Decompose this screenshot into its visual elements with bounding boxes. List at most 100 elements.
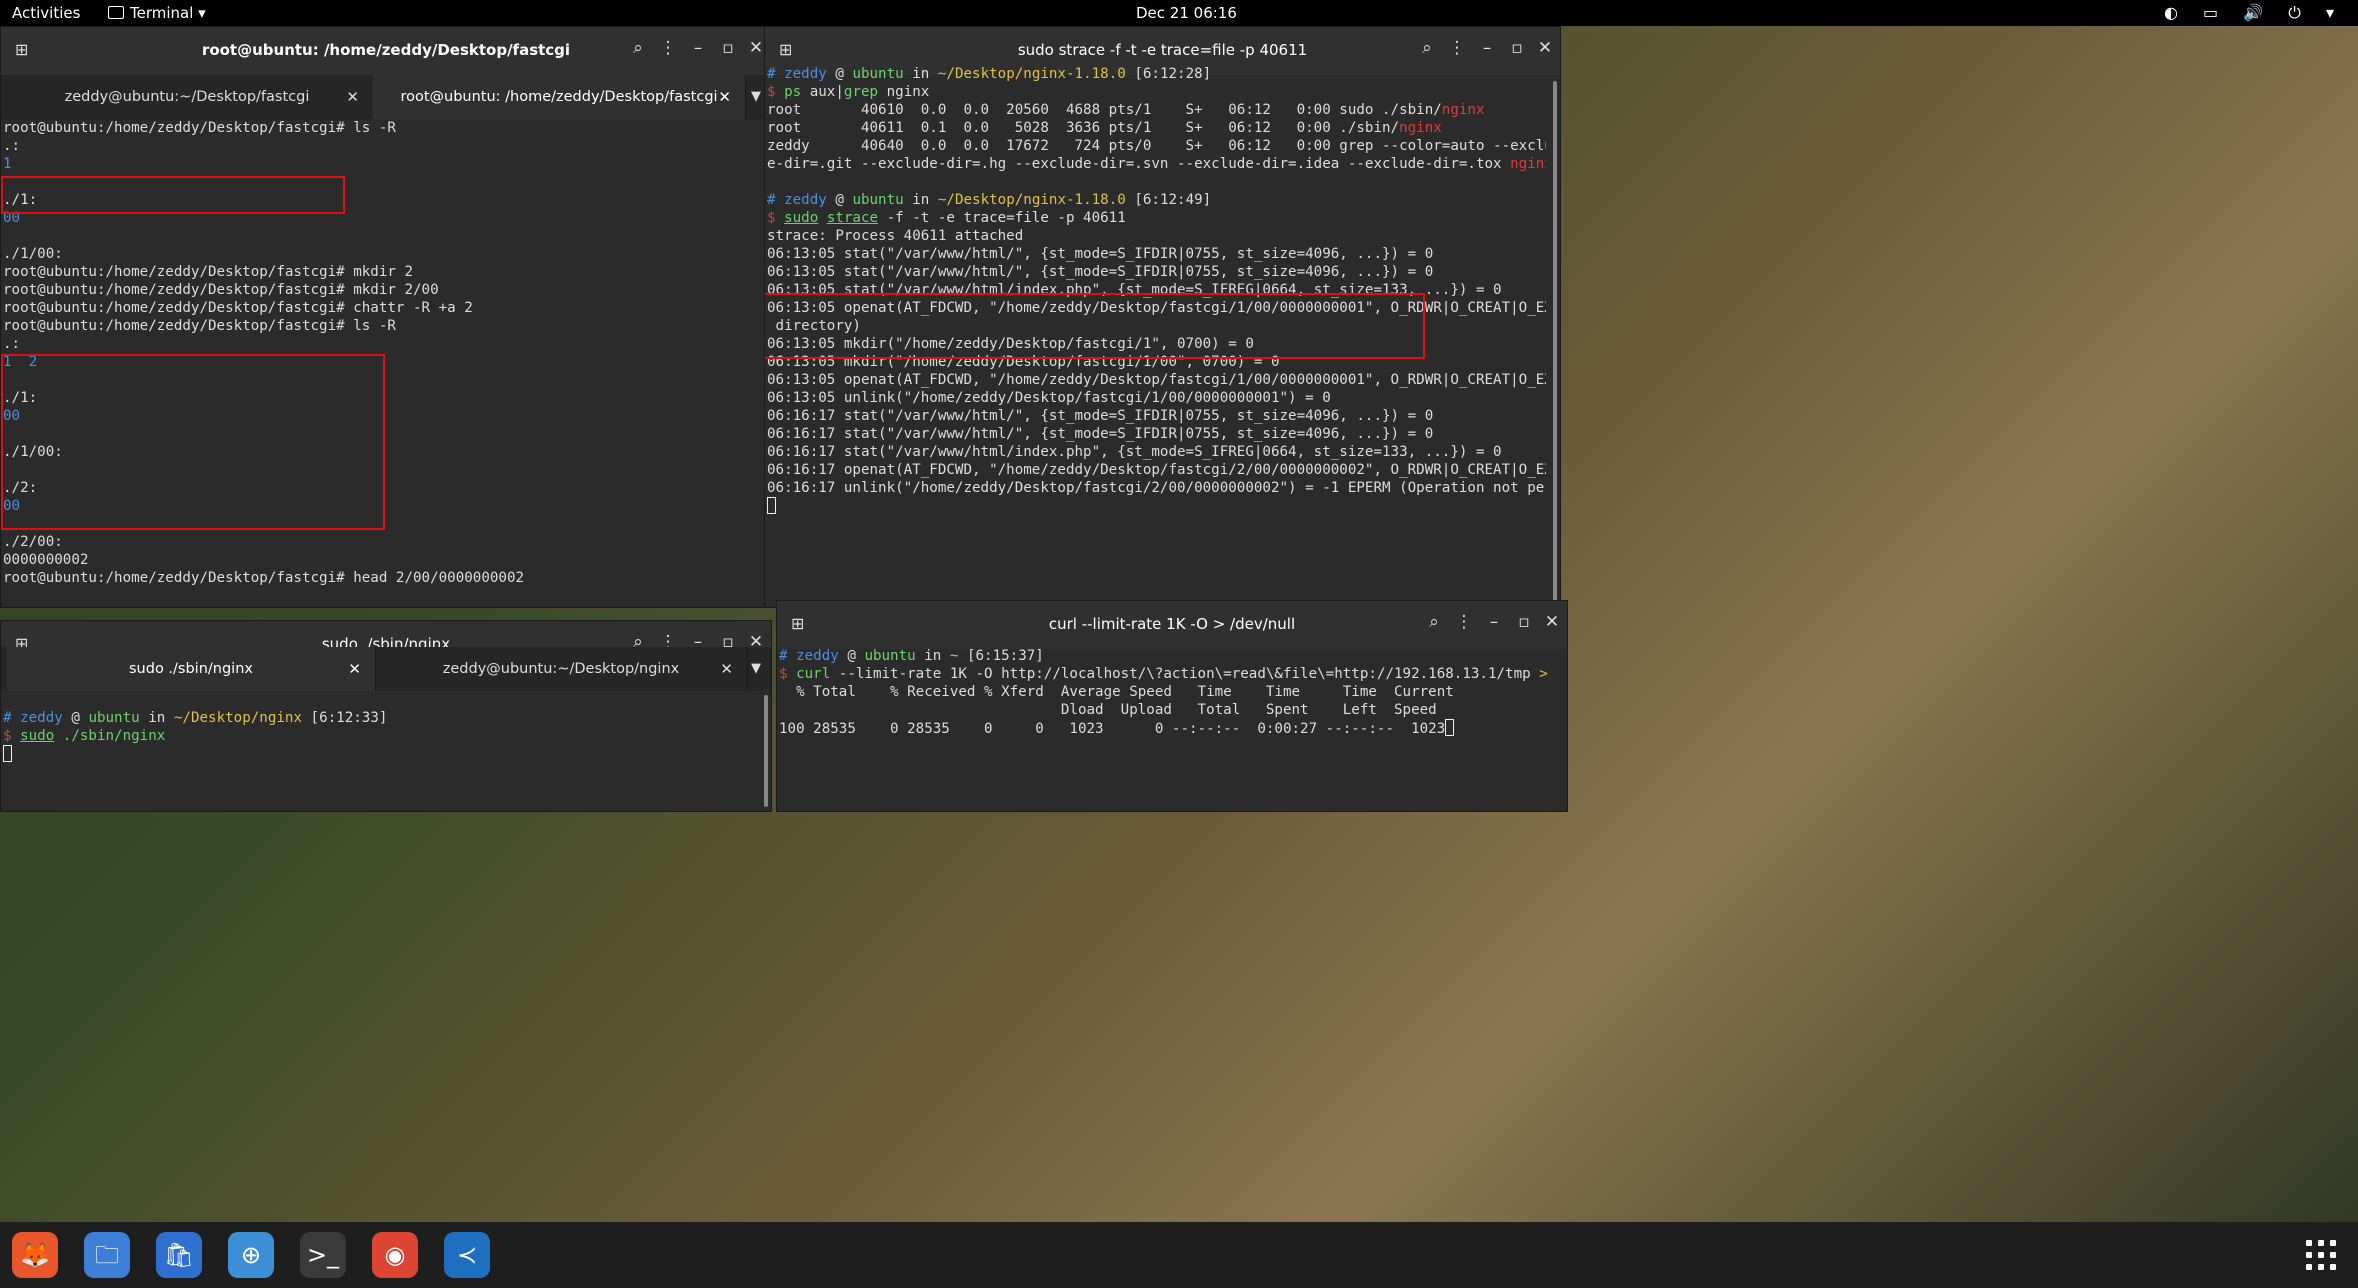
app-menu[interactable]: Terminal ▾ — [108, 4, 206, 22]
terminal-line: zeddy 40640 0.0 0.0 17672 724 pts/0 S+ 0… — [767, 137, 1546, 155]
tab-menu-icon[interactable]: ▼ — [751, 75, 761, 119]
search-icon[interactable]: ⌕ — [1419, 612, 1449, 632]
terminal-window-curl: ⊞ curl --limit-rate 1K -O > /dev/null ⌕ … — [776, 600, 1568, 812]
chrome-icon[interactable]: ◉ — [372, 1232, 418, 1278]
tab-bar: sudo ./sbin/nginx ✕ zeddy@ubuntu:~/Deskto… — [1, 647, 771, 691]
menu-icon[interactable]: ⋮ — [653, 38, 683, 58]
software-icon[interactable]: 🛍 — [156, 1232, 202, 1278]
terminal-line: # zeddy @ ubuntu in ~/Desktop/nginx [6:1… — [3, 709, 757, 727]
scrollbar[interactable] — [761, 691, 771, 811]
window-header: ⊞ root@ubuntu: /home/zeddy/Desktop/fastc… — [1, 27, 771, 75]
files-icon[interactable]: 🗀 — [84, 1232, 130, 1278]
terminal-icon[interactable]: >_ — [300, 1232, 346, 1278]
tab-fastcgi-root[interactable]: root@ubuntu: /home/zeddy/Desktop/fastcgi… — [373, 75, 746, 119]
minimize-icon[interactable]: – — [1472, 38, 1502, 58]
close-icon[interactable]: ✕ — [1537, 612, 1567, 632]
terminal-text: aux| — [801, 84, 844, 100]
terminal-line: 100 28535 0 28535 0 0 1023 0 --:--:-- 0:… — [779, 719, 1553, 737]
scrollbar[interactable] — [1550, 75, 1560, 607]
highlight-box-strace — [765, 293, 1425, 359]
terminal-text: ubuntu — [88, 710, 140, 726]
terminal-text: zeddy — [796, 648, 839, 664]
text-cursor — [767, 497, 776, 514]
terminal-text: root@ubuntu:/home/zeddy/Desktop/fastcgi#… — [3, 318, 396, 334]
clock[interactable]: Dec 21 06:16 — [1136, 4, 1237, 22]
menu-icon[interactable]: ⋮ — [1442, 38, 1472, 58]
terminal-line: 06:13:05 stat("/var/www/html/", {st_mode… — [767, 245, 1546, 263]
terminal-text: [6:12:49] — [1125, 192, 1212, 208]
terminal-line: $ sudo strace -f -t -e trace=file -p 406… — [767, 209, 1546, 227]
vscode-icon[interactable]: ≺ — [444, 1232, 490, 1278]
search-icon[interactable]: ⌕ — [623, 38, 653, 58]
maximize-icon[interactable]: ▫ — [1502, 38, 1532, 58]
dock-glyph: ≺ — [456, 1241, 478, 1269]
close-tab-icon[interactable]: ✕ — [720, 647, 733, 691]
terminal-text: nginx — [1399, 120, 1442, 136]
terminal-output[interactable]: # zeddy @ ubuntu in ~/Desktop/nginx [6:1… — [1, 691, 757, 811]
terminal-text: root@ubuntu:/home/zeddy/Desktop/fastcgi#… — [3, 264, 413, 280]
terminal-text: strace — [826, 210, 879, 226]
terminal-text: ./sbin/nginx — [54, 728, 166, 744]
search-icon[interactable]: ⌕ — [1412, 38, 1442, 58]
minimize-icon[interactable]: – — [1479, 612, 1509, 632]
close-tab-icon[interactable]: ✕ — [346, 75, 359, 119]
dock-glyph: >_ — [306, 1241, 340, 1269]
terminal-line: 06:16:17 openat(AT_FDCWD, "/home/zeddy/D… — [767, 461, 1546, 479]
terminal-line: root 40610 0.0 0.0 20560 4688 pts/1 S+ 0… — [767, 101, 1546, 119]
terminal-text: 328378 — [3, 606, 54, 607]
terminal-text: root 40611 0.1 0.0 5028 3636 pts/1 S+ 06… — [767, 120, 1400, 136]
terminal-text: ~/Desktop/nginx-1.18.0 — [937, 192, 1126, 208]
scrollbar-thumb[interactable] — [764, 695, 768, 807]
maximize-icon[interactable]: ▫ — [713, 38, 743, 58]
dock-glyph: ⊕ — [240, 1241, 262, 1269]
tab-menu-icon[interactable]: ▼ — [751, 647, 761, 691]
terminal-text: ./2/00: — [3, 534, 63, 550]
tab-nginx-run[interactable]: sudo ./sbin/nginx ✕ — [7, 647, 376, 691]
scrollbar-thumb[interactable] — [1553, 81, 1557, 603]
maximize-icon[interactable]: ▫ — [1509, 612, 1539, 632]
terminal-text: zeddy — [784, 192, 827, 208]
close-tab-icon[interactable]: ✕ — [718, 75, 731, 119]
firefox-icon[interactable]: 🦊 — [12, 1232, 58, 1278]
terminal-text: ubuntu — [852, 192, 904, 208]
close-tab-icon[interactable]: ✕ — [348, 647, 361, 691]
terminal-text: root@ubuntu:/home/zeddy/Desktop/fastcgi#… — [3, 282, 439, 298]
terminal-output[interactable]: # zeddy @ ubuntu in ~ [6:15:37] $ curl --… — [777, 647, 1553, 811]
terminal-line: 06:16:17 stat("/var/www/html/", {st_mode… — [767, 407, 1546, 425]
minimize-icon[interactable]: – — [683, 38, 713, 58]
show-apps-icon[interactable] — [2306, 1240, 2336, 1270]
terminal-text: zeddy 40640 0.0 0.0 17672 724 pts/0 S+ 0… — [767, 138, 1546, 154]
tab-nginx-user[interactable]: zeddy@ubuntu:~/Desktop/nginx ✕ — [375, 647, 748, 691]
text-cursor — [3, 745, 12, 762]
menu-icon[interactable]: ⋮ — [1449, 612, 1479, 632]
terminal-text: # — [767, 66, 785, 82]
terminal-text: @ — [826, 66, 853, 82]
terminal-text: sudo — [20, 728, 55, 744]
terminal-text: root@ubuntu:/home/zeddy/Desktop/fastcgi#… — [3, 120, 396, 136]
terminal-text: ~/Desktop/nginx-1.18.0 — [937, 66, 1126, 82]
terminal-text: -f -t -e trace=file -p 40611 — [878, 210, 1126, 226]
terminal-line: root@ubuntu:/home/zeddy/Desktop/fastcgi#… — [3, 317, 757, 335]
tab-fastcgi-user[interactable]: zeddy@ubuntu:~/Desktop/fastcgi ✕ — [1, 75, 374, 119]
terminal-text: ps — [784, 84, 802, 100]
terminal-line: .: — [3, 137, 757, 155]
tab-bar: zeddy@ubuntu:~/Desktop/fastcgi ✕ root@ubu… — [1, 75, 771, 119]
close-icon[interactable]: ✕ — [1530, 38, 1560, 58]
terminal-line: root@ubuntu:/home/zeddy/Desktop/fastcgi#… — [3, 281, 757, 299]
terminal-text: sudo — [784, 210, 819, 226]
help-icon[interactable]: ⊕ — [228, 1232, 274, 1278]
terminal-text: in — [903, 66, 938, 82]
terminal-line: strace: Process 40611 attached — [767, 227, 1546, 245]
activities-button[interactable]: Activities — [12, 4, 80, 22]
dock-glyph: 🦊 — [20, 1241, 50, 1269]
terminal-text: > — [1539, 666, 1548, 682]
highlight-box-head — [1, 354, 385, 530]
terminal-text: 06:16:17 unlink("/home/zeddy/Desktop/fas… — [767, 480, 1546, 496]
system-tray[interactable]: ◐ ▭ 🔊 ⏻ ▾ — [2164, 3, 2344, 23]
